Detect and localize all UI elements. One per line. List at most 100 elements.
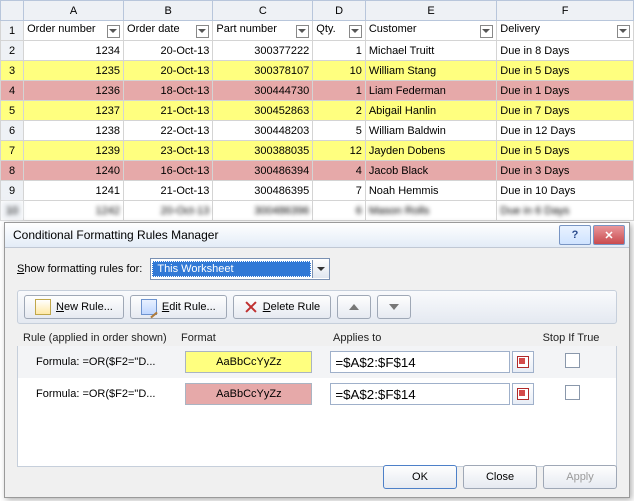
cell[interactable]: 1239 bbox=[24, 141, 124, 161]
cell[interactable]: Noah Hemmis bbox=[365, 181, 496, 201]
filter-icon[interactable] bbox=[296, 25, 309, 38]
table-row[interactable]: 2123420-Oct-133003772221Michael TruittDu… bbox=[1, 41, 634, 61]
table-header-cell[interactable]: Qty. bbox=[313, 21, 366, 41]
applies-to-input[interactable] bbox=[330, 351, 510, 373]
move-up-button[interactable] bbox=[337, 295, 371, 319]
cell[interactable]: 1240 bbox=[24, 161, 124, 181]
cell[interactable]: 300444730 bbox=[213, 81, 313, 101]
cell[interactable]: 300378107 bbox=[213, 61, 313, 81]
cell[interactable]: 300486396 bbox=[213, 201, 313, 221]
cell[interactable]: 1234 bbox=[24, 41, 124, 61]
row-header[interactable]: 10 bbox=[1, 201, 24, 221]
move-down-button[interactable] bbox=[377, 295, 411, 319]
row-header[interactable]: 1 bbox=[1, 21, 24, 41]
cell[interactable]: 300486394 bbox=[213, 161, 313, 181]
table-row[interactable]: 7123923-Oct-1330038803512Jayden DobensDu… bbox=[1, 141, 634, 161]
filter-icon[interactable] bbox=[349, 25, 362, 38]
table-row[interactable]: 9124121-Oct-133004863957Noah HemmisDue i… bbox=[1, 181, 634, 201]
cell[interactable]: Due in 3 Days bbox=[497, 161, 634, 181]
applies-to-input[interactable] bbox=[330, 383, 510, 405]
cell[interactable]: 300452863 bbox=[213, 101, 313, 121]
cell[interactable]: 22-Oct-13 bbox=[124, 121, 213, 141]
table-header-cell[interactable]: Order date bbox=[124, 21, 213, 41]
cell[interactable]: Jacob Black bbox=[365, 161, 496, 181]
table-row[interactable]: 10124220-Oct-133004863966Mason RollsDue … bbox=[1, 201, 634, 221]
table-row[interactable]: 8124016-Oct-133004863944Jacob BlackDue i… bbox=[1, 161, 634, 181]
range-picker-button[interactable] bbox=[512, 383, 534, 405]
table-row[interactable]: 5123721-Oct-133004528632Abigail HanlinDu… bbox=[1, 101, 634, 121]
rules-list[interactable]: Formula: =OR($F2="D...AaBbCcYyZzFormula:… bbox=[17, 346, 617, 467]
cell[interactable]: 6 bbox=[313, 201, 366, 221]
row-header[interactable]: 6 bbox=[1, 121, 24, 141]
cell[interactable]: 1238 bbox=[24, 121, 124, 141]
new-rule-button[interactable]: New Rule... bbox=[24, 295, 124, 319]
column-header[interactable]: F bbox=[497, 1, 634, 21]
row-header[interactable]: 4 bbox=[1, 81, 24, 101]
cell[interactable]: 300388035 bbox=[213, 141, 313, 161]
close-window-button[interactable]: ✕ bbox=[593, 225, 625, 245]
show-rules-select[interactable]: This Worksheet bbox=[150, 258, 330, 280]
row-header[interactable]: 5 bbox=[1, 101, 24, 121]
dialog-titlebar[interactable]: Conditional Formatting Rules Manager ? ✕ bbox=[5, 223, 629, 248]
cell[interactable]: 12 bbox=[313, 141, 366, 161]
spreadsheet-grid[interactable]: ABCDEF 1Order numberOrder datePart numbe… bbox=[0, 0, 634, 221]
cell[interactable]: 2 bbox=[313, 101, 366, 121]
row-header[interactable]: 7 bbox=[1, 141, 24, 161]
filter-icon[interactable] bbox=[617, 25, 630, 38]
column-header[interactable]: E bbox=[365, 1, 496, 21]
filter-icon[interactable] bbox=[107, 25, 120, 38]
cell[interactable]: William Stang bbox=[365, 61, 496, 81]
cell[interactable]: 4 bbox=[313, 161, 366, 181]
cell[interactable]: 1242 bbox=[24, 201, 124, 221]
apply-button[interactable]: Apply bbox=[543, 465, 617, 489]
column-header[interactable]: A bbox=[24, 1, 124, 21]
column-header[interactable] bbox=[1, 1, 24, 21]
cell[interactable]: Mason Rolls bbox=[365, 201, 496, 221]
filter-icon[interactable] bbox=[480, 25, 493, 38]
row-header[interactable]: 8 bbox=[1, 161, 24, 181]
table-header-cell[interactable]: Customer bbox=[365, 21, 496, 41]
cell[interactable]: William Baldwin bbox=[365, 121, 496, 141]
cell[interactable]: 5 bbox=[313, 121, 366, 141]
cell[interactable]: Due in 5 Days bbox=[497, 61, 634, 81]
row-header[interactable]: 2 bbox=[1, 41, 24, 61]
range-picker-button[interactable] bbox=[512, 351, 534, 373]
cell[interactable]: Due in 5 Days bbox=[497, 141, 634, 161]
stop-if-true-checkbox[interactable] bbox=[565, 385, 580, 400]
cell[interactable]: 21-Oct-13 bbox=[124, 181, 213, 201]
edit-rule-button[interactable]: Edit Rule... bbox=[130, 295, 227, 319]
cell[interactable]: 300377222 bbox=[213, 41, 313, 61]
cell[interactable]: 20-Oct-13 bbox=[124, 201, 213, 221]
cell[interactable]: 7 bbox=[313, 181, 366, 201]
cell[interactable]: Due in 10 Days bbox=[497, 181, 634, 201]
ok-button[interactable]: OK bbox=[383, 465, 457, 489]
table-row[interactable]: 3123520-Oct-1330037810710William StangDu… bbox=[1, 61, 634, 81]
cell[interactable]: 1235 bbox=[24, 61, 124, 81]
cell[interactable]: 23-Oct-13 bbox=[124, 141, 213, 161]
delete-rule-button[interactable]: Delete Rule bbox=[233, 295, 332, 319]
chevron-down-icon[interactable] bbox=[312, 260, 329, 278]
table-header-cell[interactable]: Delivery bbox=[497, 21, 634, 41]
cell[interactable]: Due in 6 Days bbox=[497, 201, 634, 221]
cell[interactable]: 18-Oct-13 bbox=[124, 81, 213, 101]
cell[interactable]: 300486395 bbox=[213, 181, 313, 201]
rule-row[interactable]: Formula: =OR($F2="D...AaBbCcYyZz bbox=[18, 346, 616, 378]
cell[interactable]: Jayden Dobens bbox=[365, 141, 496, 161]
row-header[interactable]: 9 bbox=[1, 181, 24, 201]
cell[interactable]: Due in 8 Days bbox=[497, 41, 634, 61]
table-row[interactable]: 6123822-Oct-133004482035William BaldwinD… bbox=[1, 121, 634, 141]
close-button[interactable]: Close bbox=[463, 465, 537, 489]
column-header[interactable]: D bbox=[313, 1, 366, 21]
table-row[interactable]: 4123618-Oct-133004447301Liam FedermanDue… bbox=[1, 81, 634, 101]
cell[interactable]: 16-Oct-13 bbox=[124, 161, 213, 181]
rule-row[interactable]: Formula: =OR($F2="D...AaBbCcYyZz bbox=[18, 378, 616, 410]
table-header-cell[interactable]: Order number bbox=[24, 21, 124, 41]
column-header[interactable]: B bbox=[124, 1, 213, 21]
cell[interactable]: Abigail Hanlin bbox=[365, 101, 496, 121]
help-button[interactable]: ? bbox=[559, 225, 591, 245]
column-header[interactable]: C bbox=[213, 1, 313, 21]
stop-if-true-checkbox[interactable] bbox=[565, 353, 580, 368]
cell[interactable]: 1237 bbox=[24, 101, 124, 121]
cell[interactable]: 1236 bbox=[24, 81, 124, 101]
cell[interactable]: 21-Oct-13 bbox=[124, 101, 213, 121]
